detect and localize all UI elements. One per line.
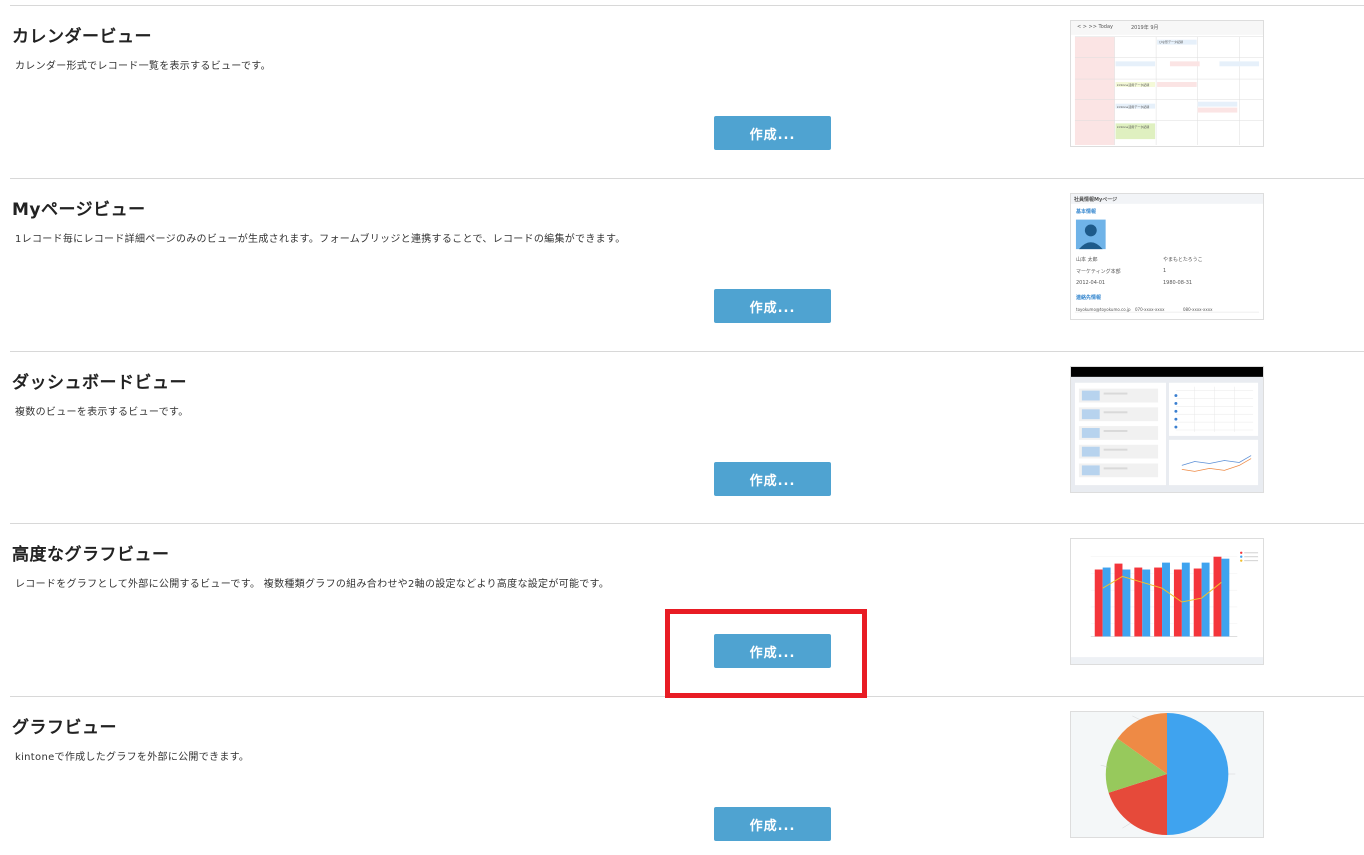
view-section-advanced-graph: 高度なグラフビュー レコードをグラフとして外部に公開するビューです。 複数種類グ… bbox=[10, 523, 1364, 696]
view-section-dashboard: ダッシュボードビュー 複数のビューを表示するビューです。 作成... bbox=[10, 351, 1364, 524]
dashboard-view-thumbnail bbox=[1070, 366, 1264, 493]
mypage-thumb-num: 1 bbox=[1163, 268, 1167, 274]
mypage-thumb-section: 基本情報 bbox=[1076, 209, 1097, 215]
view-title: 高度なグラフビュー bbox=[12, 545, 170, 565]
create-advanced-graph-view-button[interactable]: 作成... bbox=[714, 634, 831, 668]
calendar-event: kintone活用データ記録 bbox=[1117, 83, 1150, 87]
mypage-thumb-tel: 070-xxxx-xxxx bbox=[1135, 307, 1165, 312]
calendar-event: kintone活用データ記録 bbox=[1117, 105, 1150, 109]
create-mypage-view-button[interactable]: 作成... bbox=[714, 289, 831, 323]
calendar-view-thumbnail: < > >> Today 2019年 9月 ひな形データ記録 kintone活用… bbox=[1070, 20, 1264, 147]
view-description: レコードをグラフとして外部に公開するビューです。 複数種類グラフの組み合わせや2… bbox=[15, 579, 610, 590]
mypage-thumb-name: 山本 太郎 bbox=[1076, 257, 1098, 263]
mypage-thumb-dept: マーケティング本部 bbox=[1076, 269, 1121, 275]
calendar-month-label: 2019年 9月 bbox=[1131, 25, 1159, 31]
advanced-graph-view-thumbnail bbox=[1070, 538, 1264, 665]
mypage-thumb-kana: やまもとたろうこ bbox=[1163, 257, 1203, 263]
mypage-thumb-date2: 1980-08-31 bbox=[1163, 280, 1193, 286]
calendar-event: kintone活用データ記録 bbox=[1117, 125, 1150, 129]
view-title: Myページビュー bbox=[12, 200, 146, 220]
view-section-graph: グラフビュー kintoneで作成したグラフを外部に公開できます。 作成... bbox=[10, 696, 1364, 855]
view-description: 1レコード毎にレコード詳細ページのみのビューが生成されます。フォームブリッジと連… bbox=[15, 234, 626, 245]
view-section-mypage: Myページビュー 1レコード毎にレコード詳細ページのみのビューが生成されます。フ… bbox=[10, 178, 1364, 351]
view-description: 複数のビューを表示するビューです。 bbox=[15, 407, 189, 418]
mypage-thumb-section: 連絡先情報 bbox=[1076, 295, 1102, 301]
create-calendar-view-button[interactable]: 作成... bbox=[714, 116, 831, 150]
view-description: カレンダー形式でレコード一覧を表示するビューです。 bbox=[15, 61, 271, 72]
view-description: kintoneで作成したグラフを外部に公開できます。 bbox=[15, 752, 250, 763]
mypage-thumb-email: toyokumo@toyokumo.co.jp bbox=[1076, 307, 1131, 312]
calendar-nav-label: < > >> Today bbox=[1077, 24, 1113, 30]
view-section-calendar: カレンダービュー カレンダー形式でレコード一覧を表示するビューです。 作成... bbox=[10, 5, 1364, 178]
view-title: ダッシュボードビュー bbox=[12, 373, 187, 393]
mypage-thumb-title: 社員情報Myページ bbox=[1074, 197, 1118, 203]
mypage-view-thumbnail: 社員情報Myページ 基本情報 山本 太郎 やまもとたろうこ マーケティング本部 … bbox=[1070, 193, 1264, 320]
view-title: カレンダービュー bbox=[12, 27, 152, 47]
view-title: グラフビュー bbox=[12, 718, 117, 738]
graph-view-thumbnail bbox=[1070, 711, 1264, 838]
mypage-thumb-date1: 2012-04-01 bbox=[1076, 280, 1106, 286]
calendar-event: ひな形データ記録 bbox=[1159, 40, 1184, 44]
mypage-thumb-tel: 080-xxxx-xxxx bbox=[1183, 307, 1213, 312]
create-graph-view-button[interactable]: 作成... bbox=[714, 807, 831, 841]
create-dashboard-view-button[interactable]: 作成... bbox=[714, 462, 831, 496]
